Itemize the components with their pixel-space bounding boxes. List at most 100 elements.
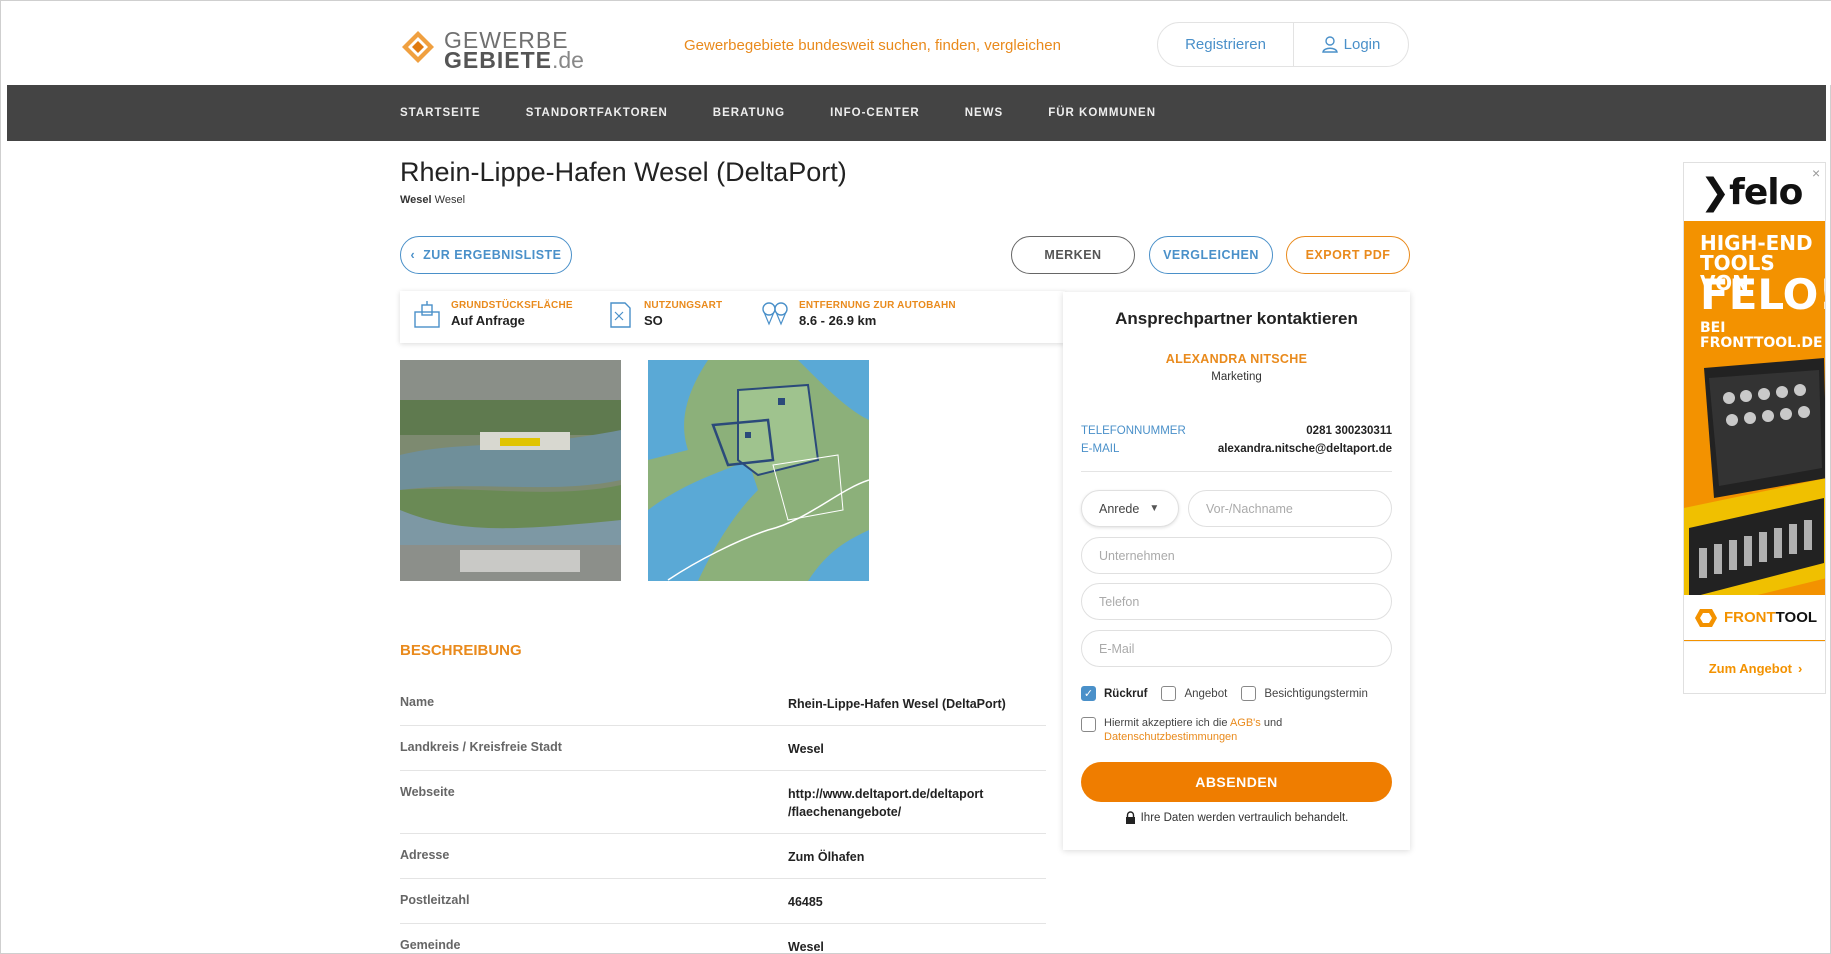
table-row: Name Rhein-Lippe-Hafen Wesel (DeltaPort) xyxy=(400,681,1046,726)
merken-button[interactable]: MERKEN xyxy=(1011,236,1135,274)
phone-value[interactable]: 0281 300230311 xyxy=(1306,425,1392,437)
auth-group: Registrieren Login xyxy=(1157,22,1409,67)
row-value: Wesel xyxy=(788,940,824,954)
site-header: GEWERBE GEBIETE.de Gewerbegebiete bundes… xyxy=(1,1,1831,85)
export-pdf-button[interactable]: EXPORT PDF xyxy=(1286,236,1410,274)
contact-role: Marketing xyxy=(1211,371,1262,383)
row-key: Landkreis / Kreisfreie Stadt xyxy=(400,740,562,754)
email-label: E-MAIL xyxy=(1081,443,1120,455)
fact-nutzungsart: NUTZUNGSART SO xyxy=(605,300,722,330)
row-value: Wesel xyxy=(788,742,824,756)
table-row: Webseite http://www.deltaport.de/deltapo… xyxy=(400,771,1046,834)
nav-item-standortfaktoren[interactable]: STANDORTFAKTOREN xyxy=(526,107,668,119)
table-row: Postleitzahl 46485 xyxy=(400,879,1046,924)
fact-entfernung-autobahn: ENTFERNUNG ZUR AUTOBAHN 8.6 - 26.9 km xyxy=(760,300,956,330)
section-title-beschreibung: BESCHREIBUNG xyxy=(400,642,522,659)
website-link[interactable]: http://www.deltaport.de/deltaport /flaec… xyxy=(788,785,1046,833)
plot-area-icon xyxy=(414,301,440,328)
fact-grundstuecksflaeche: GRUNDSTÜCKSFLÄCHE Auf Anfrage xyxy=(412,300,573,330)
contact-name: ALEXANDRA NITSCHE xyxy=(1165,352,1308,366)
row-key: Postleitzahl xyxy=(400,893,470,907)
usage-type-icon xyxy=(610,302,631,328)
lock-icon xyxy=(1125,811,1135,824)
checkbox-rueckruf[interactable]: ✓ xyxy=(1081,686,1096,701)
request-type-checkboxes: ✓ Rückruf Angebot Besichtigungstermin xyxy=(1081,686,1374,701)
fact-value: 8.6 - 26.9 km xyxy=(799,313,877,328)
aerial-photo[interactable] xyxy=(400,360,621,581)
key-facts-bar: GRUNDSTÜCKSFLÄCHE Auf Anfrage NUTZUNGSAR… xyxy=(400,291,1065,343)
checkbox-angebot[interactable] xyxy=(1161,686,1177,701)
contact-panel: Ansprechpartner kontaktieren ALEXANDRA N… xyxy=(1063,292,1410,850)
checkbox-besichtigungstermin[interactable] xyxy=(1241,686,1257,701)
chevron-right-icon: › xyxy=(1797,661,1803,676)
row-value: Zum Ölhafen xyxy=(788,850,865,864)
company-input[interactable]: Unternehmen xyxy=(1081,537,1392,574)
site-map-drawing xyxy=(648,360,869,581)
email-input[interactable]: E-Mail xyxy=(1081,630,1392,667)
page-title: Rhein-Lippe-Hafen Wesel (DeltaPort) xyxy=(400,157,847,187)
back-to-results-button[interactable]: ‹ ZUR ERGEBNISLISTE xyxy=(400,236,572,274)
nav-item-info-center[interactable]: INFO-CENTER xyxy=(830,107,920,119)
tagline: Gewerbegebiete bundesweit suchen, finden… xyxy=(684,37,1061,54)
table-row: Gemeinde Wesel xyxy=(400,924,1046,954)
row-key: Adresse xyxy=(400,848,450,862)
phone-input[interactable]: Telefon xyxy=(1081,583,1392,620)
fronttool-logo: FRONTTOOL xyxy=(1684,595,1825,640)
privacy-note: Ihre Daten werden vertraulich behandelt. xyxy=(1063,811,1410,824)
chevron-left-icon: ‹ xyxy=(410,248,416,262)
register-button[interactable]: Registrieren xyxy=(1158,22,1294,67)
checkbox-agb[interactable] xyxy=(1081,717,1096,732)
distance-icon xyxy=(762,302,788,326)
ad-headline-big: FELO! xyxy=(1700,270,1826,319)
logo-diamond-icon xyxy=(402,31,434,63)
submit-button[interactable]: ABSENDEN xyxy=(1081,762,1392,802)
name-input[interactable]: Vor-/Nachname xyxy=(1188,490,1392,527)
felo-logo: ❯felo xyxy=(1700,172,1803,213)
row-value: 46485 xyxy=(788,895,823,909)
anrede-select[interactable]: Anrede ▼ xyxy=(1081,490,1179,527)
site-map-image[interactable] xyxy=(648,360,869,581)
ad-cta-link[interactable]: Zum Angebot › xyxy=(1684,641,1825,693)
caret-down-icon: ▼ xyxy=(1149,503,1160,514)
row-key: Name xyxy=(400,695,435,709)
main-nav: STARTSEITE STANDORTFAKTOREN BERATUNG INF… xyxy=(7,85,1826,141)
fact-label: GRUNDSTÜCKSFLÄCHE xyxy=(451,300,573,311)
nav-item-beratung[interactable]: BERATUNG xyxy=(713,107,785,119)
vergleichen-button[interactable]: VERGLEICHEN xyxy=(1149,236,1273,274)
toolbox-image xyxy=(1684,358,1825,628)
table-row: Adresse Zum Ölhafen xyxy=(400,834,1046,879)
contact-email-line: E-MAIL alexandra.nitsche@deltaport.de xyxy=(1081,443,1392,455)
aerial-photo-image xyxy=(400,360,621,581)
fact-value: Auf Anfrage xyxy=(451,313,525,328)
agb-link[interactable]: AGB's xyxy=(1230,717,1261,729)
nav-item-fuer-kommunen[interactable]: FÜR KOMMUNEN xyxy=(1048,107,1156,119)
login-button[interactable]: Login xyxy=(1294,36,1408,53)
row-value: Rhein-Lippe-Hafen Wesel (DeltaPort) xyxy=(788,697,1006,711)
datenschutz-link[interactable]: Datenschutzbestimmungen xyxy=(1104,731,1237,743)
email-value[interactable]: alexandra.nitsche@deltaport.de xyxy=(1218,443,1392,455)
agb-consent: Hiermit akzeptiere ich die AGB's und Dat… xyxy=(1081,716,1282,744)
row-key: Webseite xyxy=(400,785,455,799)
ad-logo-area: ❯felo × xyxy=(1684,163,1825,221)
user-icon xyxy=(1321,36,1338,53)
nav-item-startseite[interactable]: STARTSEITE xyxy=(400,107,481,119)
contact-heading: Ansprechpartner kontaktieren xyxy=(1115,309,1358,328)
nav-item-news[interactable]: NEWS xyxy=(965,107,1004,119)
browser-page: GEWERBE GEBIETE.de Gewerbegebiete bundes… xyxy=(0,0,1831,954)
advertisement-banner[interactable]: ❯felo × HIGH-END TOOLS VON FELO! BEI FRONT… xyxy=(1683,162,1826,694)
checkbox-label: Rückruf xyxy=(1104,687,1148,700)
row-key: Gemeinde xyxy=(400,938,461,952)
logo-text-line2: GEBIETE.de xyxy=(444,47,584,73)
fact-value: SO xyxy=(644,313,663,328)
divider xyxy=(1081,471,1392,472)
checkbox-label: Angebot xyxy=(1184,687,1228,700)
login-label: Login xyxy=(1343,36,1381,53)
phone-label: TELEFONNUMMER xyxy=(1081,425,1186,437)
checkbox-label: Besichtigungstermin xyxy=(1264,687,1368,700)
site-logo[interactable]: GEWERBE GEBIETE.de xyxy=(400,27,610,73)
fronttool-ring-icon xyxy=(1694,608,1717,627)
contact-phone-line: TELEFONNUMMER 0281 300230311 xyxy=(1081,425,1392,437)
fact-label: ENTFERNUNG ZUR AUTOBAHN xyxy=(799,300,956,311)
fact-label: NUTZUNGSART xyxy=(644,300,723,311)
close-icon[interactable]: × xyxy=(1812,165,1820,181)
